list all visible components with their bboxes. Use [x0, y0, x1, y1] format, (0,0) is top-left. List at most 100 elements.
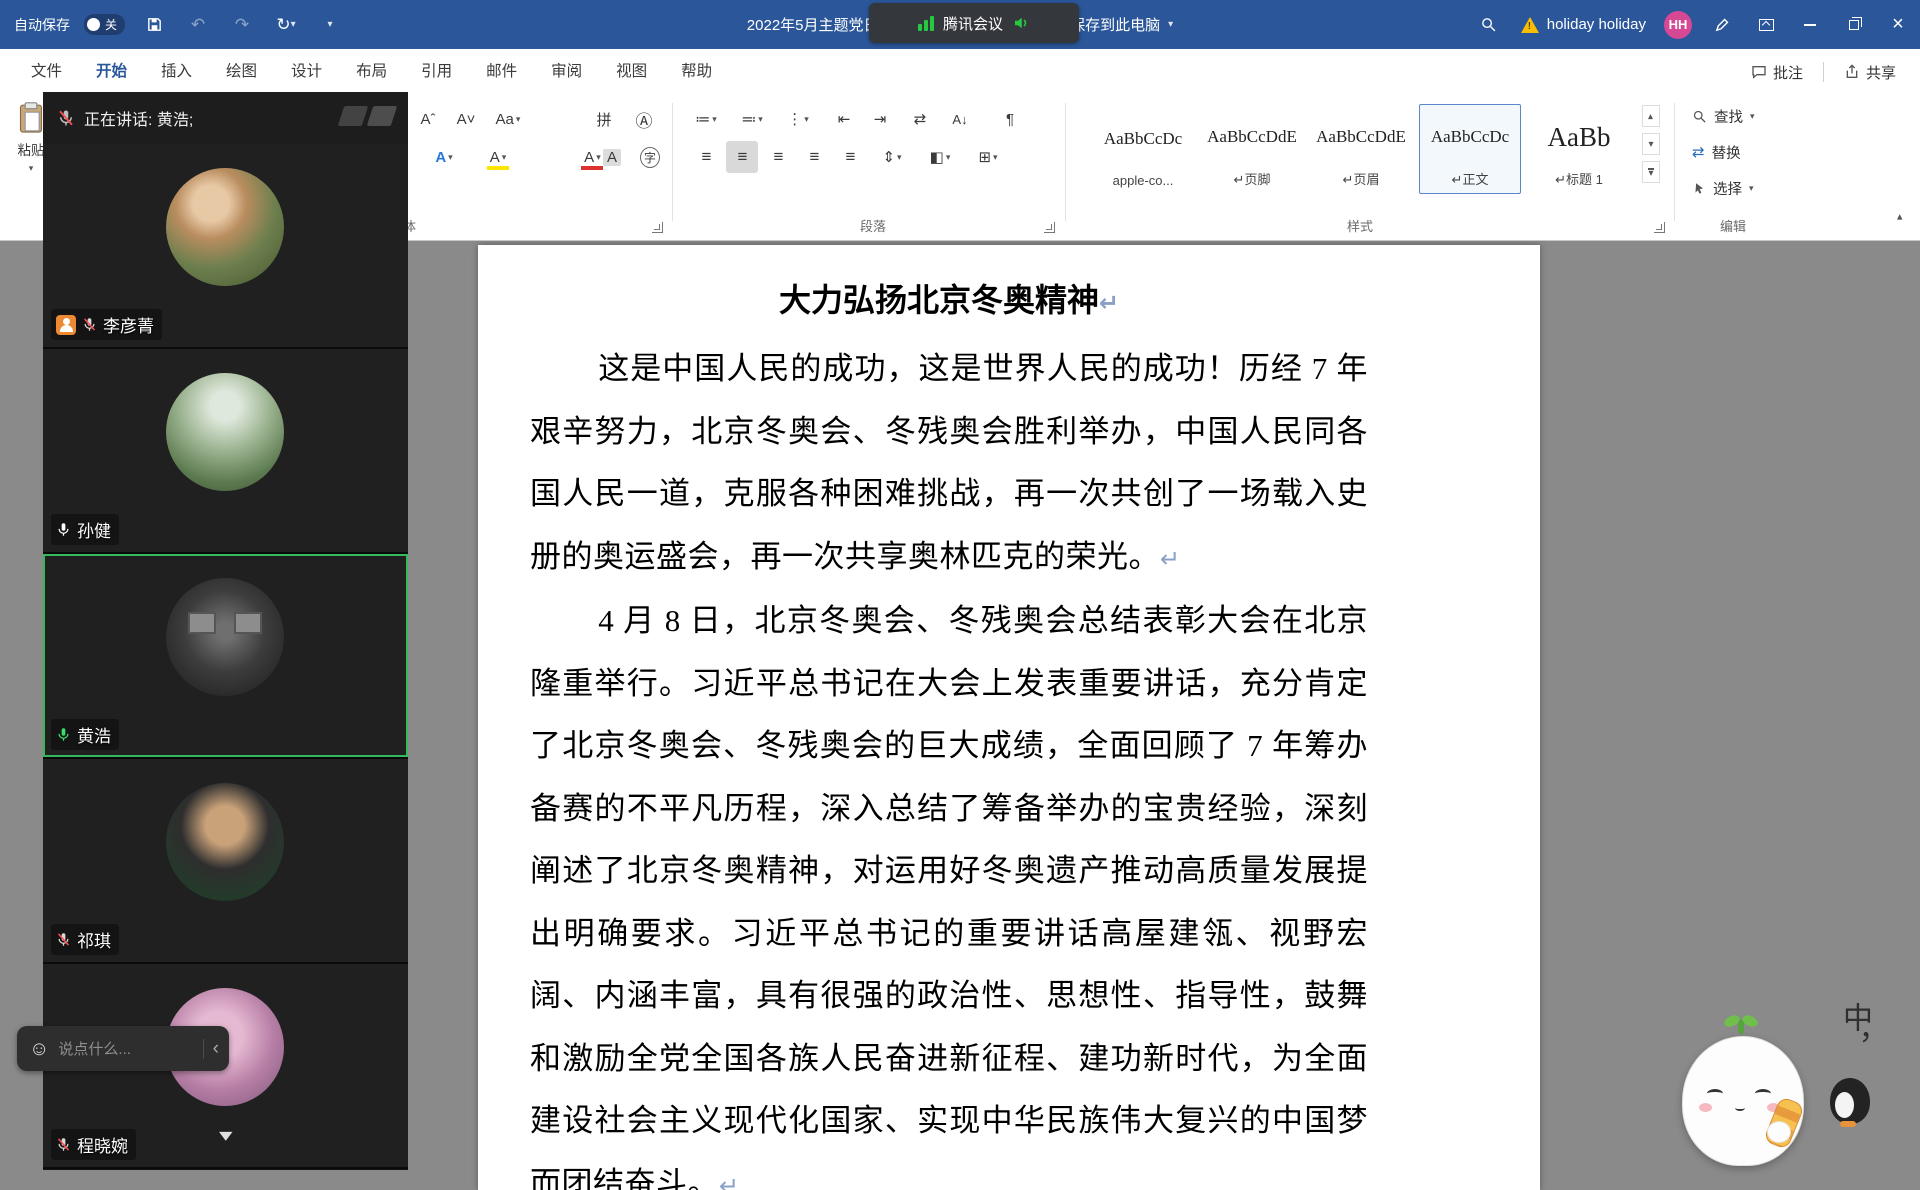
participant-tile[interactable]: 李彦菁 [43, 144, 408, 349]
style-card-footer[interactable]: AaBbCcDdE ↵页脚 [1201, 104, 1303, 194]
chat-quick-input[interactable]: ☺ 说点什么... ‹ [17, 1026, 229, 1071]
sticker: 中， [1678, 1002, 1918, 1188]
tab-layout[interactable]: 布局 [339, 49, 404, 95]
justify-button[interactable]: ≡ [798, 141, 830, 173]
text-effects-button[interactable]: A ▾ [428, 141, 460, 173]
distribute-button[interactable]: ≡ [834, 141, 866, 173]
heading-text: 大力弘扬北京冬奥精神 [778, 282, 1099, 318]
collapse-ribbon-icon: ▾ [1897, 210, 1903, 223]
show-marks-button[interactable]: ¶ [994, 103, 1026, 135]
quick-access-toolbar: 自动保存 关 ↶ ↷ ↻ ▾ ▾ [14, 0, 345, 49]
paragraph-dialog-launcher[interactable] [1044, 222, 1055, 233]
speaker-icon [1015, 17, 1027, 29]
notification-text: holiday holiday [1546, 16, 1646, 33]
tab-help[interactable]: 帮助 [664, 49, 729, 95]
align-center-button[interactable]: ≡ [726, 141, 758, 173]
numbering-button[interactable]: ≕ ▾ [736, 103, 768, 135]
replace-button[interactable]: ⇄ 替换 [1692, 137, 1741, 167]
participant-name: 祁琪 [77, 932, 111, 951]
style-gallery-up-button[interactable]: ▾ [1642, 105, 1660, 127]
shading-button[interactable]: ◧ ▾ [924, 141, 956, 173]
tab-design[interactable]: 设计 [274, 49, 339, 95]
sticker-penguin-icon [1830, 1078, 1870, 1127]
tab-review[interactable]: 审阅 [534, 49, 599, 95]
sort-button[interactable]: A↓ [944, 103, 976, 135]
sticker-text: 中， [1838, 1002, 1871, 1062]
save-button[interactable] [139, 9, 169, 41]
phonetic-guide-button[interactable]: 拼 [588, 103, 620, 135]
bullets-button[interactable]: ≔ ▾ [690, 103, 722, 135]
tab-mailings[interactable]: 邮件 [469, 49, 534, 95]
account-avatar[interactable]: HH [1664, 10, 1692, 39]
style-card-heading1[interactable]: AaBb ↵标题 1 [1528, 104, 1630, 194]
style-card-apple[interactable]: AaBbCcDc apple-co... [1092, 104, 1194, 194]
participant-tile[interactable]: 孙健 [43, 349, 408, 554]
autosave-toggle[interactable]: 关 [84, 14, 126, 35]
ribbon-tabs-row: 文件 开始 插入 绘图 设计 布局 引用 邮件 审阅 视图 帮助 批注 共享 [0, 49, 1920, 95]
dropdown-arrow-icon: ▾ [1749, 182, 1754, 193]
share-button[interactable]: 共享 [1834, 62, 1906, 83]
inking-button[interactable] [1700, 0, 1744, 49]
asian-layout-button[interactable]: ⇄ [904, 103, 936, 135]
line-spacing-button[interactable]: ⇕ ▾ [876, 141, 908, 173]
shrink-font-button[interactable]: A˅ [450, 103, 482, 135]
restore-button[interactable] [1832, 0, 1876, 49]
chat-collapse-icon[interactable]: ‹ [213, 1038, 219, 1060]
align-left-button[interactable]: ≡ [690, 141, 722, 173]
comments-label: 批注 [1772, 64, 1803, 82]
shading-icon: ◧ [929, 149, 944, 166]
notification-button[interactable]: ! holiday holiday [1511, 0, 1656, 49]
find-button[interactable]: 查找 ▾ [1692, 101, 1755, 131]
tab-draw[interactable]: 绘图 [209, 49, 274, 95]
tab-file[interactable]: 文件 [14, 49, 79, 95]
screen: 自动保存 关 ↶ ↷ ↻▾ ▾ 2022年5月主题党日活动学习内容 - 兼容模式… [0, 0, 1920, 1190]
paragraph-text: 4 月 8 日，北京冬奥会、冬残奥会总结表彰大会在北京隆重举行。习近平总书记在大… [530, 603, 1368, 1190]
style-card-header[interactable]: AaBbCcDdE ↵页眉 [1310, 104, 1412, 194]
highlight-color-button[interactable]: A ▾ [482, 141, 514, 173]
dropdown-arrow-icon: ▾ [515, 113, 521, 124]
participant-tile-active-speaker[interactable]: 黄浩 [43, 554, 408, 759]
font-dialog-launcher[interactable] [652, 222, 663, 233]
divider [202, 1038, 204, 1059]
tab-home[interactable]: 开始 [79, 49, 144, 95]
paragraph-mark: ↵ [719, 1171, 740, 1190]
enclose-characters-button[interactable]: 字 [634, 141, 666, 173]
styles-dialog-launcher[interactable] [1654, 222, 1665, 233]
participant-tile[interactable]: 祁琪 [43, 759, 408, 964]
redo-button[interactable]: ↷ [227, 9, 257, 41]
style-card-normal[interactable]: AaBbCcDc ↵正文 [1419, 104, 1521, 194]
dropdown-arrow-icon: ▾ [28, 163, 34, 173]
ribbon-display-options-button[interactable] [1744, 0, 1788, 49]
style-gallery-down-button[interactable]: ▾ [1642, 133, 1660, 155]
chat-placeholder: 说点什么... [58, 1041, 131, 1058]
collapse-ribbon-button[interactable]: ▾ [1884, 201, 1916, 233]
meeting-panel: 正在讲话: 黄浩; 李彦菁 孙健 黄浩 祁琪 程晓婉 ▾ [43, 92, 408, 1170]
minimize-button[interactable] [1788, 0, 1832, 49]
borders-button[interactable]: ⊞ ▾ [972, 141, 1004, 173]
sticker-mascot [1682, 1020, 1810, 1178]
align-right-button[interactable]: ≡ [762, 141, 794, 173]
meeting-floating-bar[interactable]: 腾讯会议 [869, 3, 1079, 43]
document-page[interactable]: 大力弘扬北京冬奥精神↵ 这是中国人民的成功，这是世界人民的成功！历经 7 年艰辛… [478, 245, 1540, 1190]
panel-expand-button[interactable]: ▾ [197, 1122, 255, 1148]
increase-indent-button[interactable]: ⇥ [864, 103, 896, 135]
quick-tool-button[interactable]: ↻ ▾ [271, 9, 301, 41]
chevron-down-icon: ▾ [218, 1125, 233, 1146]
search-button[interactable] [1467, 0, 1511, 49]
decrease-indent-button[interactable]: ⇤ [828, 103, 860, 135]
character-shading-button[interactable]: A [596, 141, 628, 173]
customize-qat-button[interactable]: ▾ [315, 9, 345, 41]
multilevel-list-button[interactable]: ⋮ ▾ [782, 103, 814, 135]
grow-font-button[interactable]: Aˆ [412, 103, 444, 135]
mic-muted-icon [57, 1138, 70, 1151]
tab-view[interactable]: 视图 [599, 49, 664, 95]
undo-button[interactable]: ↶ [183, 9, 213, 41]
comments-button[interactable]: 批注 [1741, 62, 1813, 83]
close-button[interactable]: × [1876, 0, 1920, 49]
change-case-button[interactable]: Aa ▾ [492, 103, 524, 135]
select-button[interactable]: 选择 ▾ [1692, 173, 1754, 203]
tab-insert[interactable]: 插入 [144, 49, 209, 95]
tab-references[interactable]: 引用 [404, 49, 469, 95]
character-border-button[interactable]: Ⓐ [628, 103, 660, 135]
style-gallery-more-button[interactable]: ▾ [1642, 161, 1660, 183]
